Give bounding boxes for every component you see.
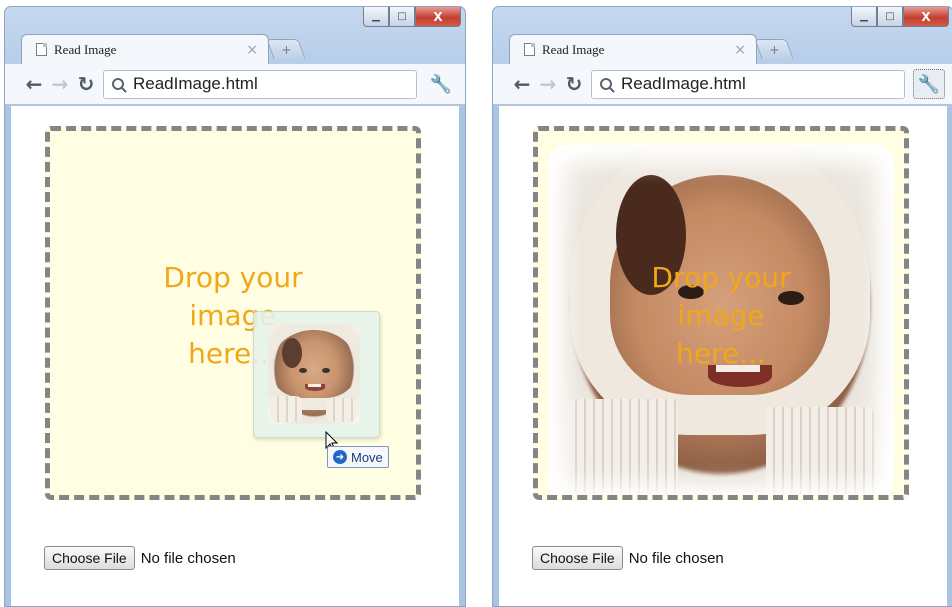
back-button[interactable]: ← <box>509 72 535 96</box>
browser-window-dropped: ▁ □ X Read Image × + ← → ↻ ReadImage.htm… <box>492 6 952 607</box>
page-content: Drop your image here... ➜ Move Choose Fi… <box>11 106 459 606</box>
maximize-button[interactable]: □ <box>389 7 415 27</box>
tab-close-icon[interactable]: × <box>734 42 746 58</box>
tab-read-image[interactable]: Read Image × <box>509 34 757 64</box>
child-photo-thumbnail <box>268 324 360 424</box>
wrench-menu-button[interactable]: 🔧 <box>425 69 457 99</box>
drag-image-preview <box>253 311 380 438</box>
tab-close-icon[interactable]: × <box>246 42 258 58</box>
forward-button[interactable]: → <box>47 72 73 96</box>
back-button[interactable]: ← <box>21 72 47 96</box>
search-icon <box>112 78 124 90</box>
file-status-text: No file chosen <box>628 549 724 567</box>
file-status-text: No file chosen <box>140 549 236 567</box>
reload-button[interactable]: ↻ <box>73 72 99 96</box>
choose-file-button[interactable]: Choose File <box>532 546 623 570</box>
move-drag-badge: ➜ Move <box>327 446 389 468</box>
browser-toolbar: ← → ↻ ReadImage.html 🔧 <box>493 64 952 105</box>
move-label: Move <box>351 449 383 465</box>
image-drop-zone[interactable]: Drop your image here... <box>533 126 909 500</box>
minimize-button[interactable]: ▁ <box>851 7 877 27</box>
address-bar[interactable]: ReadImage.html <box>591 69 905 99</box>
page-icon <box>36 43 47 56</box>
wrench-menu-button[interactable]: 🔧 <box>913 69 945 99</box>
browser-window-dragging: ▁ □ X Read Image × + ← → ↻ ReadImage.htm… <box>4 6 466 607</box>
page-icon <box>524 43 535 56</box>
file-input: Choose File No file chosen <box>44 546 236 570</box>
plus-icon: + <box>281 42 292 57</box>
move-arrow-icon: ➜ <box>333 450 347 464</box>
maximize-button[interactable]: □ <box>877 7 903 27</box>
window-controls: ▁ □ X <box>851 7 949 28</box>
drop-prompt: Drop your image here... <box>651 261 791 370</box>
tab-title: Read Image <box>542 41 605 57</box>
plus-icon: + <box>769 42 780 57</box>
choose-file-button[interactable]: Choose File <box>44 546 135 570</box>
file-input: Choose File No file chosen <box>532 546 724 570</box>
browser-toolbar: ← → ↻ ReadImage.html 🔧 <box>5 64 465 105</box>
address-text: ReadImage.html <box>133 74 258 93</box>
close-window-button[interactable]: X <box>903 7 949 27</box>
tab-read-image[interactable]: Read Image × <box>21 34 269 64</box>
tab-title: Read Image <box>54 41 117 57</box>
window-controls: ▁ □ X <box>363 7 461 28</box>
page-content: Drop your image here... Choose File No f… <box>499 106 947 606</box>
search-icon <box>600 78 612 90</box>
new-tab-button[interactable]: + <box>266 39 306 59</box>
reload-button[interactable]: ↻ <box>561 72 587 96</box>
minimize-button[interactable]: ▁ <box>363 7 389 27</box>
address-text: ReadImage.html <box>621 74 746 93</box>
forward-button[interactable]: → <box>535 72 561 96</box>
close-window-button[interactable]: X <box>415 7 461 27</box>
address-bar[interactable]: ReadImage.html <box>103 69 417 99</box>
new-tab-button[interactable]: + <box>754 39 794 59</box>
